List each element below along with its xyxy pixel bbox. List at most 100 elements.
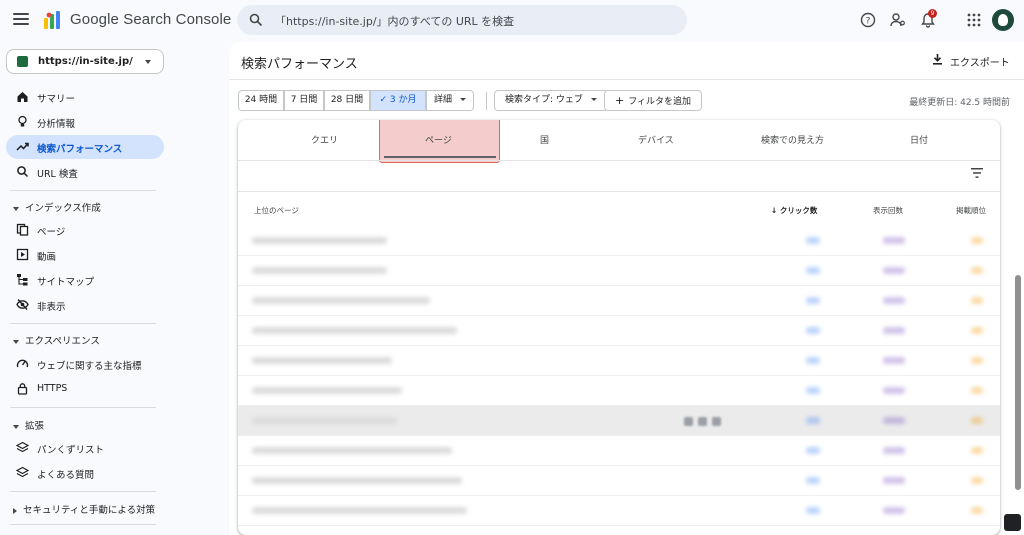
tab-dates[interactable]: 日付 xyxy=(910,133,928,146)
last-updated: 最終更新日: 42.5 時間前 xyxy=(909,98,1010,108)
sidebar-item-url-inspection[interactable]: URL 検査 xyxy=(6,160,164,184)
sidebar-item-core-web-vitals[interactable]: ウェブに関する主な指標 xyxy=(6,352,164,376)
app-brand[interactable]: Google Search Console xyxy=(70,11,231,28)
sitemap-icon xyxy=(17,274,28,286)
range-24h-button[interactable]: 24 時間 xyxy=(238,90,284,111)
redacted-page-url[interactable] xyxy=(252,237,387,244)
apps-grid-icon[interactable] xyxy=(966,12,982,28)
sidebar-item-removals[interactable]: 非表示 xyxy=(6,293,164,317)
layers-icon xyxy=(16,441,29,453)
redacted-impressions xyxy=(883,357,905,364)
table-row[interactable] xyxy=(238,466,1000,496)
sidebar-item-performance[interactable]: 検索パフォーマンス xyxy=(6,135,164,159)
table-row[interactable] xyxy=(238,406,1000,436)
header-divider xyxy=(229,79,1024,80)
help-icon[interactable]: ? xyxy=(860,12,876,28)
sidebar-item-label: HTTPS xyxy=(37,383,68,394)
sidebar-item-breadcrumbs[interactable]: パンくずリスト xyxy=(6,436,164,460)
range-custom-button[interactable]: 詳細 xyxy=(426,90,474,111)
redacted-page-url[interactable] xyxy=(252,447,452,454)
lightbulb-icon xyxy=(18,115,27,127)
collapse-icon xyxy=(13,424,19,429)
floating-action-icon[interactable] xyxy=(1004,514,1021,531)
top-bar: Google Search Console 「https://in-site.j… xyxy=(0,0,1024,42)
table-row[interactable] xyxy=(238,496,1000,526)
range-7d-button[interactable]: 7 日間 xyxy=(284,90,324,111)
sidebar-item-summary[interactable]: サマリー xyxy=(6,85,164,109)
tab-pages[interactable]: ページ xyxy=(425,133,452,146)
redacted-page-url[interactable] xyxy=(252,357,392,364)
redacted-page-url[interactable] xyxy=(252,327,457,334)
redacted-page-url[interactable] xyxy=(252,387,402,394)
redacted-page-url[interactable] xyxy=(252,507,467,514)
redacted-position xyxy=(971,447,983,454)
export-label: エクスポート xyxy=(950,58,1010,69)
page-scrollbar[interactable] xyxy=(1015,275,1021,490)
row-action-icon[interactable] xyxy=(712,417,721,426)
column-header-clicks[interactable]: ↓ クリック数 xyxy=(771,205,817,216)
sidebar-item-insights[interactable]: 分析情報 xyxy=(6,110,164,134)
sidebar-divider xyxy=(10,190,156,191)
tab-devices[interactable]: デバイス xyxy=(638,133,674,146)
table-row[interactable] xyxy=(238,346,1000,376)
redacted-position xyxy=(971,237,983,244)
chevron-down-icon xyxy=(590,98,597,101)
main-menu-icon[interactable] xyxy=(13,13,29,27)
filter-rows-icon[interactable] xyxy=(970,167,984,179)
redacted-clicks xyxy=(806,447,820,454)
search-console-logo[interactable] xyxy=(42,9,64,31)
account-avatar[interactable] xyxy=(992,9,1014,31)
sidebar-item-sitemaps[interactable]: サイトマップ xyxy=(6,268,164,292)
redacted-position xyxy=(971,417,983,424)
row-action-icon[interactable] xyxy=(684,417,693,426)
section-experience[interactable]: エクスペリエンス xyxy=(13,333,100,347)
table-row[interactable] xyxy=(238,376,1000,406)
redacted-page-url[interactable] xyxy=(252,477,462,484)
check-icon: ✓ xyxy=(379,95,390,105)
manage-users-icon[interactable] xyxy=(890,12,906,28)
search-type-filter[interactable]: 検索タイプ: ウェブ xyxy=(494,90,608,111)
sidebar-item-faq[interactable]: よくある質問 xyxy=(6,461,164,485)
sidebar-item-https[interactable]: HTTPS xyxy=(6,377,164,401)
range-28d-button[interactable]: 28 日間 xyxy=(324,90,370,111)
add-filter-button[interactable]: + フィルタを追加 xyxy=(604,90,703,111)
section-enhancements[interactable]: 拡張 xyxy=(13,418,44,432)
table-row[interactable] xyxy=(238,286,1000,316)
tabs-divider xyxy=(238,160,1000,161)
table-row[interactable] xyxy=(238,226,1000,256)
redacted-page-url[interactable] xyxy=(252,297,430,304)
table-row[interactable] xyxy=(238,316,1000,346)
tab-queries[interactable]: クエリ xyxy=(311,133,338,146)
range-3m-button[interactable]: ✓ 3 か月 xyxy=(370,90,426,111)
row-action-icons[interactable] xyxy=(684,416,728,426)
property-selector[interactable]: https://in-site.jp/ xyxy=(6,49,164,74)
redacted-clicks xyxy=(806,387,820,394)
redacted-clicks xyxy=(806,297,820,304)
column-header-position[interactable]: 掲載順位 xyxy=(956,205,986,216)
sidebar-item-label: 分析情報 xyxy=(37,119,76,130)
collapse-icon xyxy=(13,206,19,211)
sidebar-item-videos[interactable]: 動画 xyxy=(6,243,164,267)
sidebar-item-label: パンくずリスト xyxy=(37,445,104,456)
redacted-position xyxy=(971,387,983,394)
redacted-page-url[interactable] xyxy=(252,267,387,274)
layers-icon xyxy=(16,466,29,478)
sidebar-item-label: 動画 xyxy=(37,252,57,263)
sidebar-item-pages[interactable]: ページ xyxy=(6,218,164,242)
column-header-impressions[interactable]: 表示回数 xyxy=(873,205,903,216)
row-action-icon[interactable] xyxy=(698,417,707,426)
tab-countries[interactable]: 国 xyxy=(540,133,549,146)
tab-search-appearance[interactable]: 検索での見え方 xyxy=(761,133,824,146)
column-header-pages[interactable]: 上位のページ xyxy=(254,205,299,216)
section-security[interactable]: セキュリティと手動による対策 xyxy=(13,502,155,516)
property-url: https://in-site.jp/ xyxy=(38,56,133,67)
sidebar-item-label: URL 検査 xyxy=(37,169,78,180)
redacted-page-url[interactable] xyxy=(252,417,397,424)
table-row[interactable] xyxy=(238,436,1000,466)
url-inspection-search[interactable]: 「https://in-site.jp/」内のすべての URL を検査 xyxy=(237,5,687,35)
redacted-impressions xyxy=(883,297,905,304)
section-index[interactable]: インデックス作成 xyxy=(13,200,101,214)
redacted-impressions xyxy=(883,387,905,394)
gauge-icon xyxy=(16,359,29,368)
table-row[interactable] xyxy=(238,256,1000,286)
